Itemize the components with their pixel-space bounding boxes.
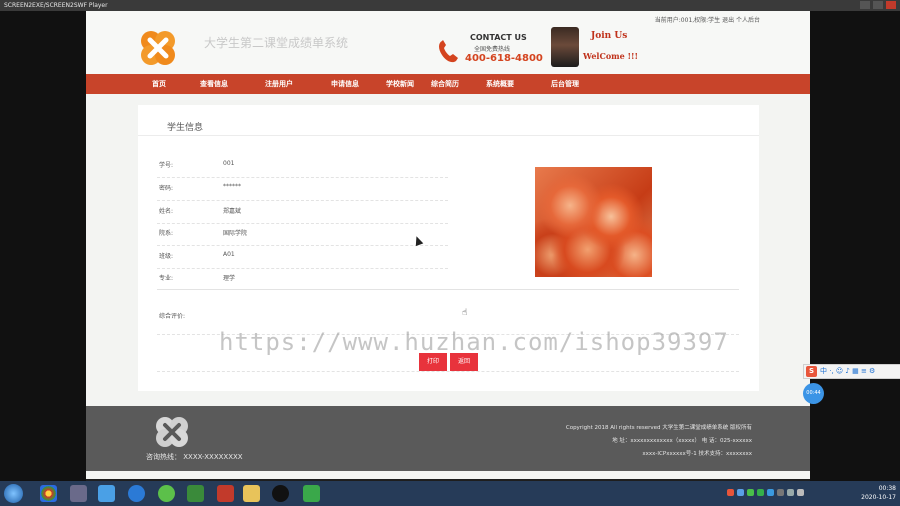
nav-system-overview[interactable]: 系统概要 — [486, 74, 514, 94]
footer-address: 地 址：xxxxxxxxxxxxx（xxxxx） 电 话：025-xxxxxx — [612, 438, 752, 444]
field-label: 专业: — [159, 275, 174, 282]
field-label: 姓名: — [159, 208, 174, 215]
site-header: 大学生第二课堂成绩单系统 CONTACT US 全国免费热线 400-618-4… — [86, 11, 810, 74]
system-tray — [727, 489, 804, 496]
footer-icp: xxxx-ICPxxxxxx号-1 技术支持：xxxxxxxx — [642, 451, 752, 457]
volume-icon[interactable] — [797, 489, 804, 496]
nav-resume[interactable]: 综合简历 — [431, 74, 459, 94]
nav-school-news[interactable]: 学校新闻 — [386, 74, 414, 94]
tray-app-icon[interactable] — [747, 489, 754, 496]
ime-toolbar[interactable]: S 中 ·, ☺ ♪ ▦ ≡ ⚙ — [803, 364, 900, 379]
footer-hotline: 咨询热线： XXXX-XXXXXXXX — [146, 453, 243, 461]
nav-apply-info[interactable]: 申请信息 — [331, 74, 359, 94]
start-button[interactable] — [4, 484, 23, 503]
footer-logo-icon — [156, 417, 188, 447]
qq-icon[interactable] — [272, 485, 289, 502]
field-row-password: 密码: ****** — [157, 178, 448, 201]
site-footer: 咨询热线： XXXX-XXXXXXXX Copyright 2018 All r… — [86, 406, 810, 471]
clock[interactable]: 00:38 2020-10-17 — [861, 484, 896, 502]
tray-app-icon[interactable] — [737, 489, 744, 496]
wechat-icon[interactable] — [757, 489, 764, 496]
field-row-student-id: 学号: 001 — [157, 155, 448, 178]
site-title: 大学生第二课堂成绩单系统 — [204, 36, 349, 50]
avatar — [551, 27, 579, 67]
window-controls — [860, 1, 896, 9]
clock-date: 2020-10-17 — [861, 494, 896, 501]
field-value: A01 — [223, 251, 235, 258]
sogou-ime-icon[interactable]: S — [806, 366, 817, 377]
join-us-text: Join Us — [591, 31, 628, 41]
field-value: 001 — [223, 160, 235, 167]
nav-home[interactable]: 首页 — [152, 74, 166, 94]
player-icon[interactable] — [303, 485, 320, 502]
welcome-text: WelCome !!! — [583, 51, 639, 61]
ime-label: 中 ·, ☺ ♪ ▦ ≡ ⚙ — [820, 367, 876, 375]
section-title: 学生信息 — [167, 123, 204, 133]
tray-app-icon[interactable] — [727, 489, 734, 496]
tray-app-icon[interactable] — [777, 489, 784, 496]
field-value: ****** — [223, 183, 241, 190]
evaluation-label: 综合评价: — [159, 313, 186, 320]
field-label: 班级: — [159, 253, 174, 260]
contact-subtitle: 全国免费热线 — [474, 46, 511, 53]
divider — [138, 135, 759, 136]
timer-bubble[interactable]: 00:44 — [803, 383, 824, 404]
sync-icon[interactable] — [158, 485, 175, 502]
field-label: 院系: — [159, 230, 174, 237]
student-photo — [535, 167, 652, 277]
field-value: 理学 — [223, 275, 236, 282]
player-right-margin — [810, 11, 900, 481]
tray-app-icon[interactable] — [767, 489, 774, 496]
main-nav: 首页 查看信息 注册用户 申请信息 学校新闻 综合简历 系统概要 后台管理 — [86, 74, 810, 94]
explorer-icon[interactable] — [243, 485, 260, 502]
window-titlebar: SCREEN2EXE/SCREEN2SWF Player — [0, 0, 900, 11]
maximize-button[interactable] — [873, 1, 883, 9]
folder-share-icon[interactable] — [98, 485, 115, 502]
close-button[interactable] — [886, 1, 896, 9]
nav-register-user[interactable]: 注册用户 — [265, 74, 293, 94]
field-row-name: 姓名: 郑嘉斌 — [157, 201, 448, 224]
hand-cursor-icon: ☝ — [462, 308, 468, 318]
field-row-major: 专业: 理学 — [157, 268, 448, 290]
site-logo-icon[interactable] — [138, 28, 178, 68]
browser-icon[interactable] — [128, 485, 145, 502]
field-value: 郑嘉斌 — [223, 208, 242, 215]
chrome-icon[interactable] — [40, 485, 57, 502]
window-title: SCREEN2EXE/SCREEN2SWF Player — [4, 2, 108, 9]
web-page: 大学生第二课堂成绩单系统 CONTACT US 全国免费热线 400-618-4… — [86, 11, 810, 479]
network-icon[interactable] — [787, 489, 794, 496]
taskbar: 00:38 2020-10-17 — [0, 481, 900, 506]
phone-icon — [439, 40, 458, 63]
contact-title: CONTACT US — [470, 33, 527, 42]
field-row-department: 院系: 国际学院 — [157, 223, 448, 246]
field-label: 密码: — [159, 185, 174, 192]
footer-copyright: Copyright 2018 All rights reserved 大学生第二… — [565, 425, 752, 431]
clock-time: 00:38 — [878, 485, 896, 492]
field-row-class: 班级: A01 — [157, 246, 448, 269]
contact-phone: 400-618-4800 — [465, 53, 543, 64]
divider — [157, 289, 739, 290]
flash-icon[interactable] — [217, 485, 234, 502]
minimize-button[interactable] — [860, 1, 870, 9]
nav-view-info[interactable]: 查看信息 — [200, 74, 228, 94]
watermark-text: https://www.huzhan.com/ishop39397 — [219, 328, 729, 356]
user-info[interactable]: 当前用户:001,权限:学生 退出 个人后台 — [655, 15, 760, 24]
field-value: 国际学院 — [223, 230, 248, 237]
nav-admin[interactable]: 后台管理 — [551, 74, 579, 94]
spreadsheet-icon[interactable] — [187, 485, 204, 502]
player-left-margin — [0, 11, 86, 481]
app-icon[interactable] — [70, 485, 87, 502]
field-label: 学号: — [159, 162, 174, 169]
